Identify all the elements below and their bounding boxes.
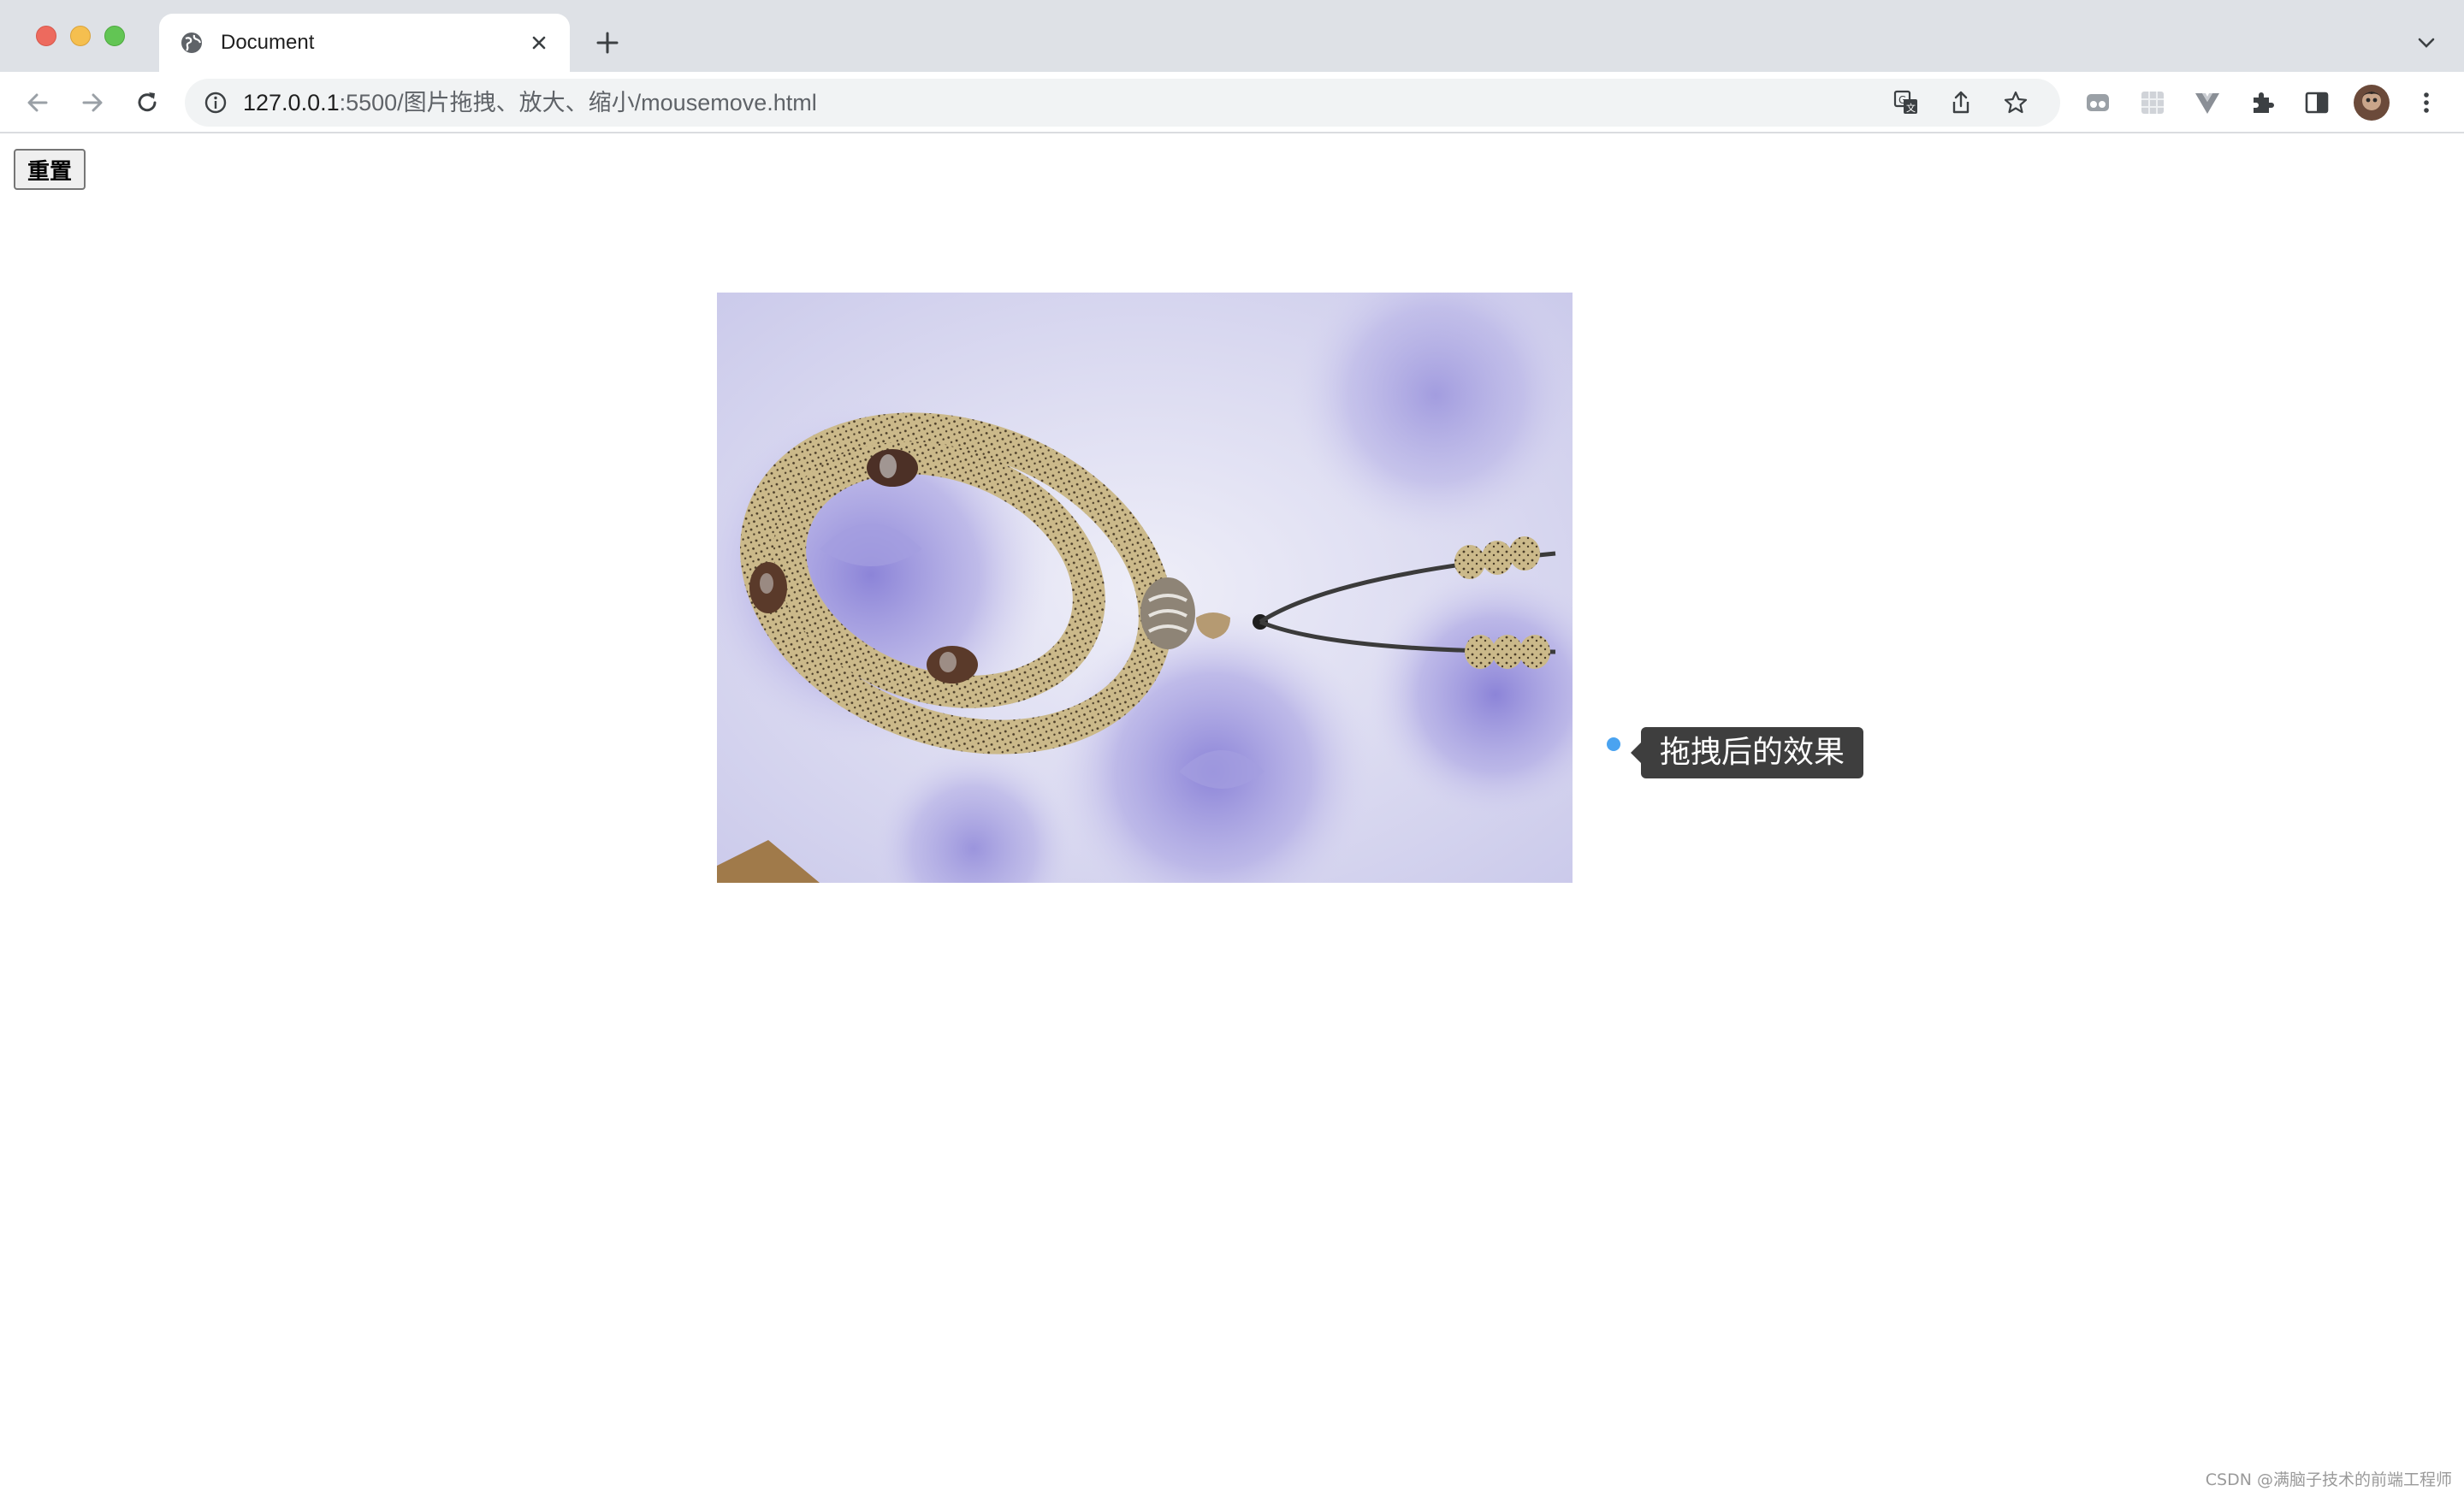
bead-bracelet-photo-icon[interactable] <box>717 293 1573 883</box>
toolbar: 127.0.0.1:5500/图片拖拽、放大、缩小/mousemove.html… <box>0 72 2464 133</box>
new-tab-icon[interactable] <box>594 29 621 56</box>
reload-icon[interactable] <box>132 87 163 118</box>
chevron-down-icon[interactable] <box>2414 31 2438 55</box>
puzzle-extensions-icon[interactable] <box>2247 87 2277 118</box>
tab-close-icon[interactable] <box>527 31 551 55</box>
globe-icon <box>181 33 202 53</box>
back-arrow-icon[interactable] <box>22 87 53 118</box>
address-bar[interactable]: 127.0.0.1:5500/图片拖拽、放大、缩小/mousemove.html… <box>185 79 2060 127</box>
translate-icon[interactable]: G 文 <box>1892 89 1920 116</box>
reset-button[interactable]: 重置 <box>14 149 86 190</box>
profile-avatar[interactable] <box>2353 84 2390 121</box>
watermark: CSDN @满脑子技术的前端工程师 <box>2205 1470 2452 1489</box>
tab-title: Document <box>221 31 315 54</box>
draggable-photo[interactable] <box>717 293 1573 883</box>
more-menu-icon[interactable] <box>2411 87 2442 118</box>
forward-arrow-icon[interactable] <box>77 87 108 118</box>
tooltip-dot <box>1607 737 1620 751</box>
extension-grid-icon[interactable] <box>2137 87 2168 118</box>
bookmark-star-icon[interactable] <box>2002 89 2029 116</box>
window-close-button[interactable] <box>36 26 56 46</box>
browser-window: Document 127.0.0.1:5500/图片拖拽、放大、缩小/mouse… <box>0 0 2464 1497</box>
drag-result-tooltip: 拖拽后的效果 <box>1631 727 1863 778</box>
info-icon[interactable] <box>204 91 228 115</box>
page-content: 重置 拖拽后的效果 CSDN @满脑子技术的前端工程师 <box>0 133 2464 1497</box>
window-minimize-button[interactable] <box>70 26 91 46</box>
svg-text:文: 文 <box>1906 102 1916 114</box>
vue-devtools-icon[interactable] <box>2192 87 2223 118</box>
side-panel-icon[interactable] <box>2301 87 2332 118</box>
url-host: 127.0.0.1 <box>243 90 340 115</box>
tab-document[interactable]: Document <box>159 14 570 72</box>
window-maximize-button[interactable] <box>104 26 125 46</box>
url-path: :5500/图片拖拽、放大、缩小/mousemove.html <box>339 90 817 115</box>
extension-mask-icon[interactable] <box>2082 87 2113 118</box>
tab-strip: Document <box>0 0 2464 72</box>
share-icon[interactable] <box>1947 89 1975 116</box>
url-text[interactable]: 127.0.0.1:5500/图片拖拽、放大、缩小/mousemove.html <box>243 89 817 116</box>
